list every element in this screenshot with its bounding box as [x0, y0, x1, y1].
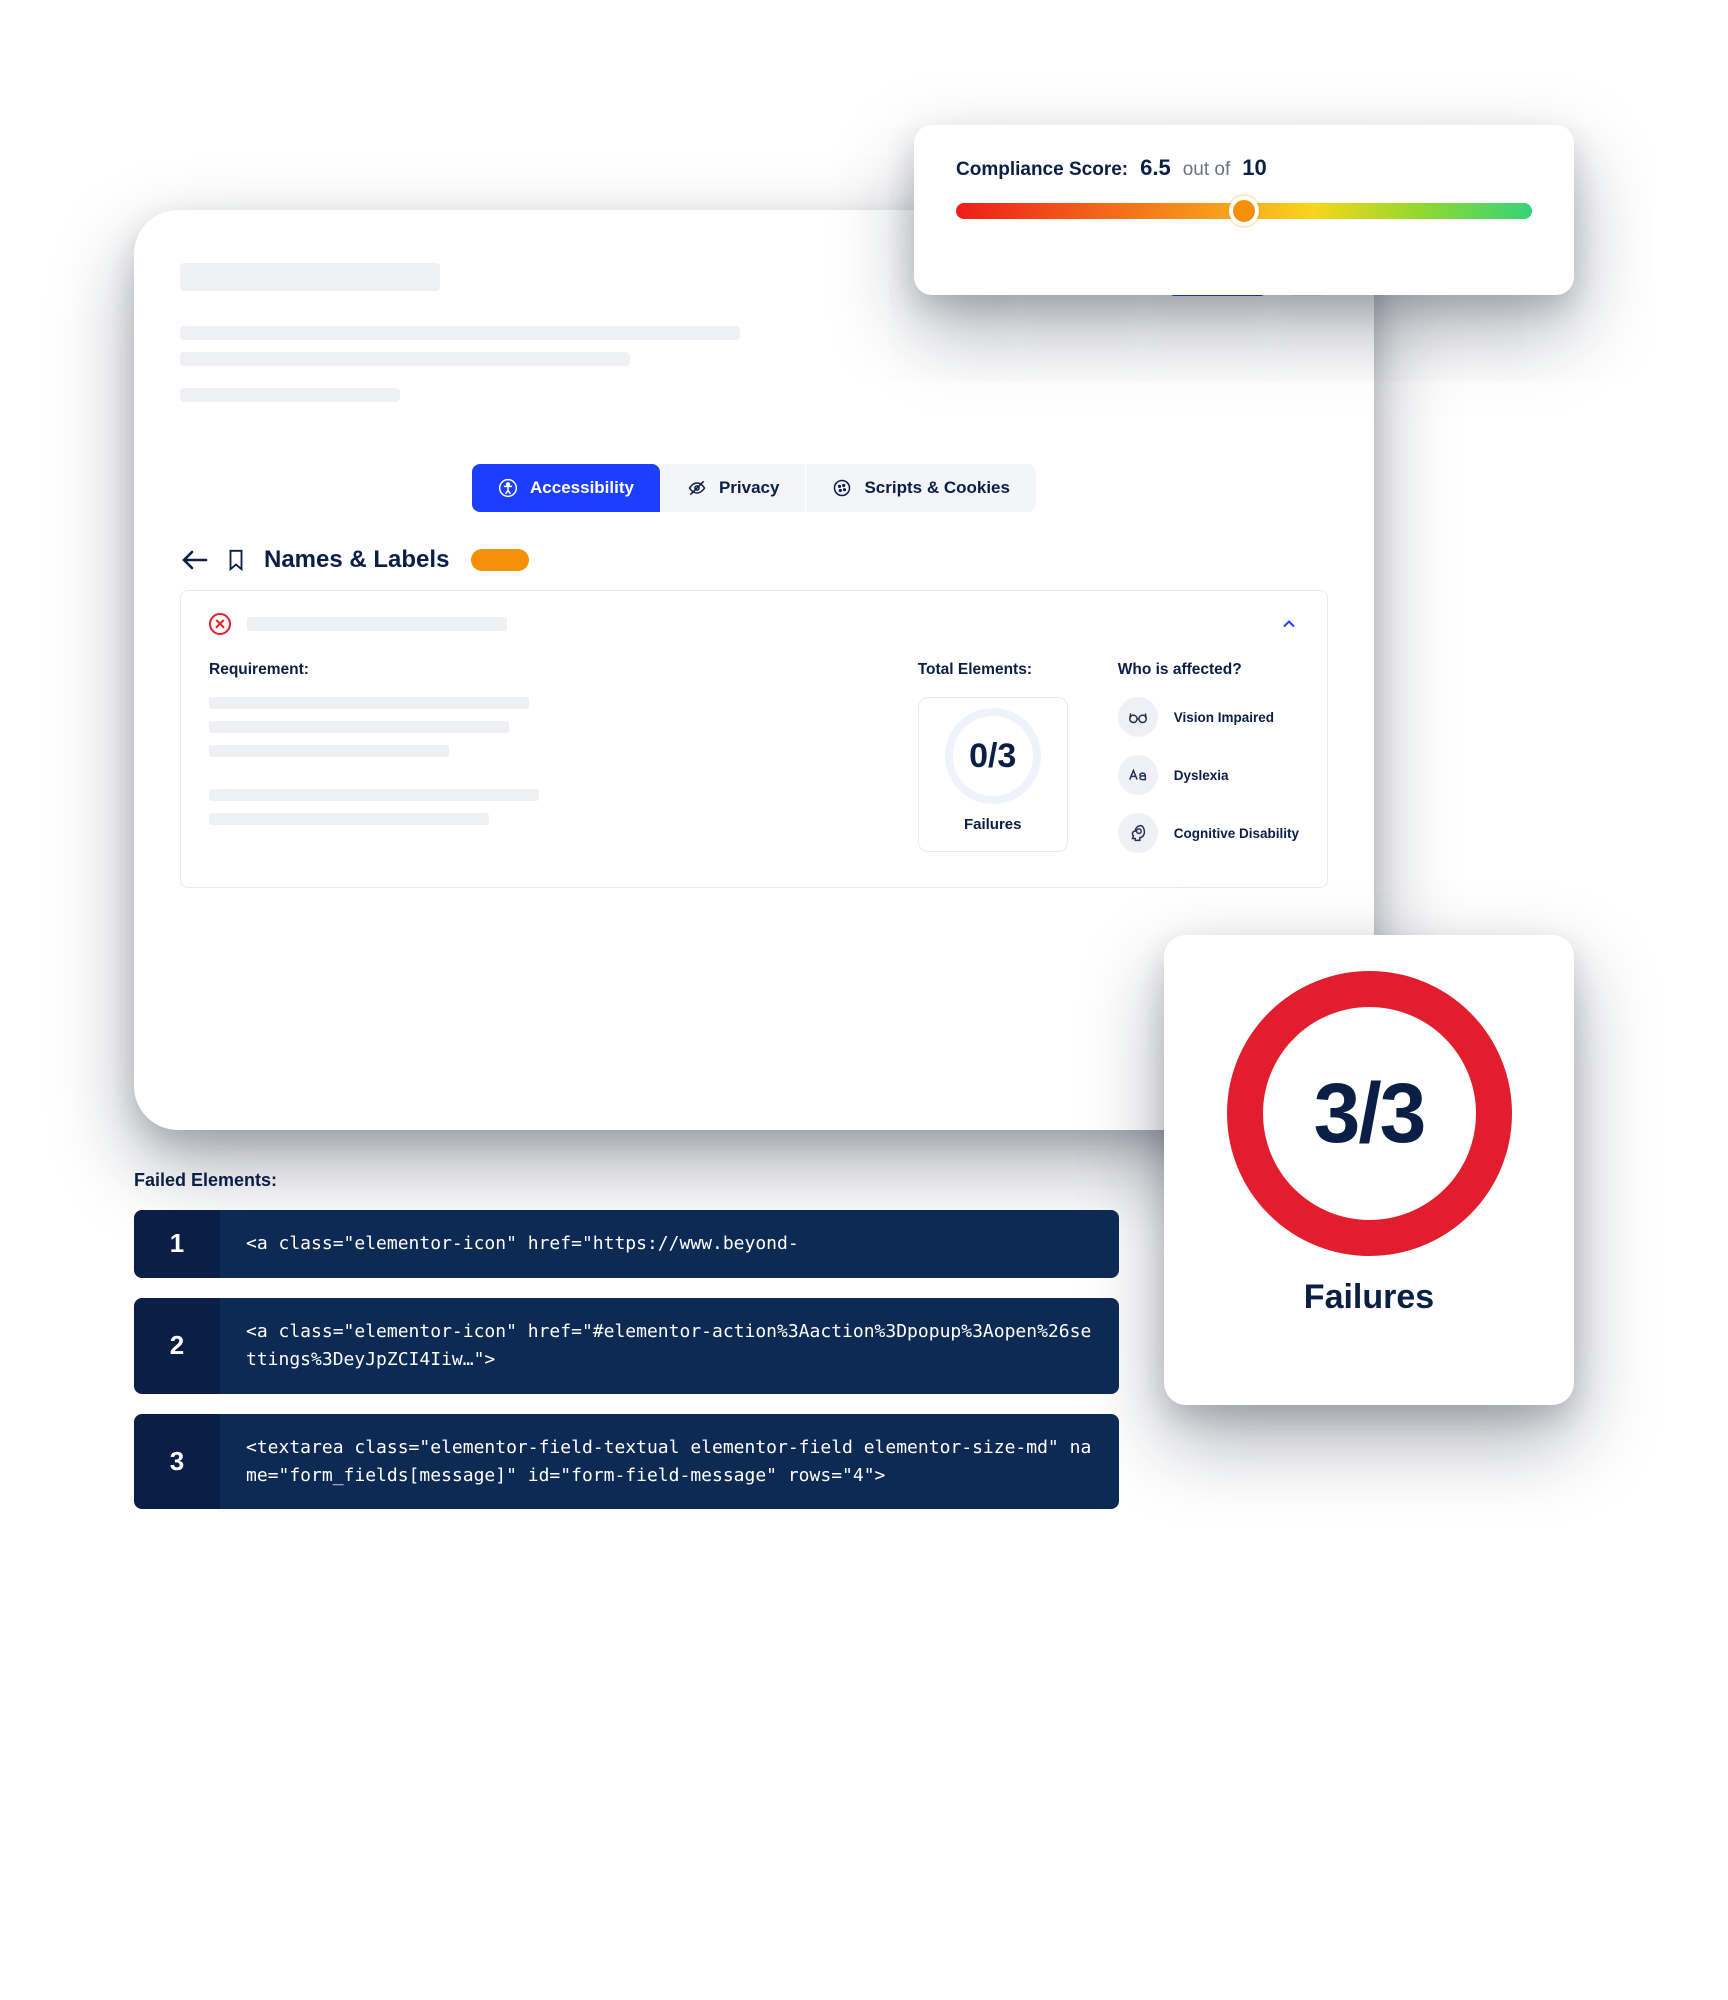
failures-title: Failures [1304, 1278, 1434, 1317]
code-snippet: <a class="elementor-icon" href="#element… [220, 1298, 1119, 1394]
tab-label: Scripts & Cookies [864, 478, 1010, 498]
who-affected-column: Who is affected? Vision Impaired [1118, 661, 1299, 853]
requirement-column: Requirement: [209, 661, 868, 853]
collapse-chevron-icon[interactable] [1279, 614, 1299, 634]
brain-icon [1118, 813, 1158, 853]
cookie-icon [832, 478, 852, 498]
url-placeholder [180, 263, 440, 291]
who-affected-label: Who is affected? [1118, 661, 1299, 679]
accessibility-icon [498, 478, 518, 498]
total-ring: 0/3 [945, 708, 1041, 804]
text-aa-icon [1118, 755, 1158, 795]
failures-label: Failures [964, 816, 1022, 833]
affected-vision: Vision Impaired [1118, 697, 1299, 737]
code-snippet: <a class="elementor-icon" href="https://… [220, 1210, 1119, 1278]
issue-title-placeholder [247, 617, 507, 631]
failures-summary-card: 3/3 Failures [1164, 935, 1574, 1405]
error-icon [209, 613, 231, 635]
row-number: 2 [134, 1298, 220, 1394]
category-tabs: Accessibility Privacy Scripts & Cookies [394, 464, 1114, 512]
failures-ring: 3/3 [1227, 971, 1512, 1256]
failed-element-row: 3 <textarea class="elementor-field-textu… [134, 1414, 1119, 1510]
affected-label: Dyslexia [1174, 768, 1229, 783]
code-snippet: <textarea class="elementor-field-textual… [220, 1414, 1119, 1510]
total-elements-label: Total Elements: [918, 661, 1068, 679]
compliance-score-label: Compliance Score: [956, 159, 1128, 181]
affected-label: Cognitive Disability [1174, 826, 1299, 841]
compliance-out-of: out of [1183, 159, 1231, 181]
status-pill [471, 549, 529, 571]
compliance-score-card: Compliance Score: 6.5 out of 10 [914, 125, 1574, 295]
row-number: 3 [134, 1414, 220, 1510]
affected-label: Vision Impaired [1174, 710, 1274, 725]
total-elements-column: Total Elements: 0/3 Failures [918, 661, 1068, 853]
tab-label: Privacy [719, 478, 780, 498]
total-elements-box: 0/3 Failures [918, 697, 1068, 852]
back-arrow-icon[interactable] [180, 548, 208, 572]
eye-off-icon [687, 478, 707, 498]
bookmark-icon [226, 549, 246, 571]
affected-cognitive: Cognitive Disability [1118, 813, 1299, 853]
tab-privacy[interactable]: Privacy [660, 464, 806, 512]
compliance-marker [1229, 196, 1259, 226]
compliance-score-value: 6.5 [1140, 155, 1171, 181]
failed-element-row: 1 <a class="elementor-icon" href="https:… [134, 1210, 1119, 1278]
compliance-score-max: 10 [1242, 155, 1266, 181]
affected-dyslexia: Dyslexia [1118, 755, 1299, 795]
glasses-icon [1118, 697, 1158, 737]
compliance-meter [956, 203, 1532, 219]
failures-value: 3/3 [1314, 1065, 1425, 1162]
header-description-placeholder [180, 326, 1328, 402]
row-number: 1 [134, 1210, 220, 1278]
section-header: Names & Labels [180, 546, 1328, 574]
failed-elements-list: 1 <a class="elementor-icon" href="https:… [134, 1210, 1119, 1509]
failed-elements-heading: Failed Elements: [134, 1170, 277, 1191]
tab-accessibility[interactable]: Accessibility [472, 464, 660, 512]
requirement-label: Requirement: [209, 661, 868, 679]
issue-card: Requirement: Total Elements: 0/3 Failure… [180, 590, 1328, 888]
failed-element-row: 2 <a class="elementor-icon" href="#eleme… [134, 1298, 1119, 1394]
tab-label: Accessibility [530, 478, 634, 498]
failures-count: 0/3 [969, 737, 1016, 776]
tab-scripts-cookies[interactable]: Scripts & Cookies [805, 464, 1036, 512]
section-title: Names & Labels [264, 546, 449, 574]
